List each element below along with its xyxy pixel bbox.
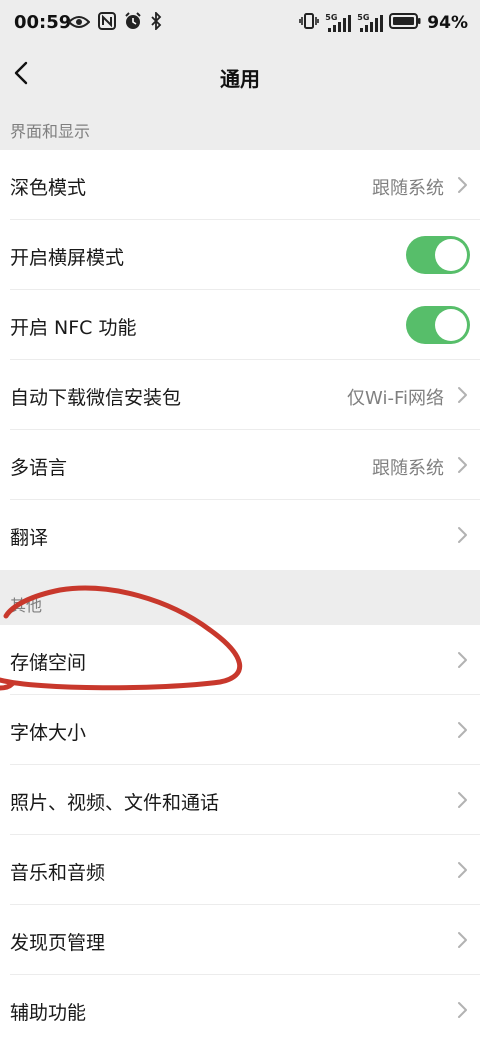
toggle-knob [435,309,467,341]
chevron-right-icon [454,526,470,544]
signal-icon: 5G [325,13,352,33]
setting-value: 跟随系统 [372,178,444,199]
signal-icon: 5G [357,13,384,33]
setting-label: 深色模式 [10,177,87,199]
nfc-icon [98,12,116,34]
section-header-other: 其他 [0,570,480,625]
vibrate-icon [299,12,320,34]
landscape-toggle[interactable] [406,236,470,274]
chevron-right-icon [454,176,470,194]
status-bar: 00:59 5G 5G 94% [0,0,480,46]
eye-icon [67,14,91,33]
chevron-right-icon [454,861,470,879]
alarm-icon [124,12,142,34]
setting-label: 字体大小 [10,722,87,744]
battery-icon [389,13,421,33]
setting-dark-mode[interactable]: 深色模式 跟随系统 [0,150,480,220]
setting-label: 辅助功能 [10,1002,87,1024]
setting-music-audio[interactable]: 音乐和音频 [0,835,480,905]
toggle-knob [435,239,467,271]
setting-language[interactable]: 多语言 跟随系统 [0,430,480,500]
bluetooth-icon [150,10,162,34]
setting-font-size[interactable]: 字体大小 [0,695,480,765]
section-header-display: 界面和显示 [0,106,480,150]
chevron-right-icon [454,1001,470,1019]
setting-accessibility[interactable]: 辅助功能 [0,975,480,1045]
setting-landscape-mode: 开启横屏模式 [0,220,480,290]
status-left-icons [67,10,162,34]
section-header-label: 其他 [10,596,43,615]
status-time: 00:59 [14,12,72,33]
setting-value: 仅Wi-Fi网络 [347,388,444,409]
setting-storage[interactable]: 存储空间 [0,625,480,695]
status-right-icons: 5G 5G 94% [299,12,468,34]
setting-label: 音乐和音频 [10,862,106,884]
setting-value: 跟随系统 [372,458,444,479]
setting-label: 存储空间 [10,652,87,674]
chevron-right-icon [454,456,470,474]
chevron-right-icon [454,791,470,809]
setting-translate[interactable]: 翻译 [0,500,480,570]
setting-media[interactable]: 照片、视频、文件和通话 [0,765,480,835]
setting-discover-manage[interactable]: 发现页管理 [0,905,480,975]
nfc-toggle[interactable] [406,306,470,344]
setting-label: 开启横屏模式 [10,247,125,269]
battery-percent: 94% [427,13,468,33]
setting-label: 自动下载微信安装包 [10,387,182,409]
chevron-right-icon [454,931,470,949]
setting-label: 发现页管理 [10,932,106,954]
page-title: 通用 [220,67,260,91]
chevron-right-icon [454,721,470,739]
chevron-right-icon [454,651,470,669]
setting-label: 开启 NFC 功能 [10,317,137,339]
setting-label: 多语言 [10,457,68,479]
nav-bar: 通用 [0,46,480,106]
chevron-right-icon [454,386,470,404]
section-header-label: 界面和显示 [10,122,91,141]
setting-label: 照片、视频、文件和通话 [10,792,220,814]
setting-nfc: 开启 NFC 功能 [0,290,480,360]
setting-auto-download[interactable]: 自动下载微信安装包 仅Wi-Fi网络 [0,360,480,430]
setting-label: 翻译 [10,527,49,549]
